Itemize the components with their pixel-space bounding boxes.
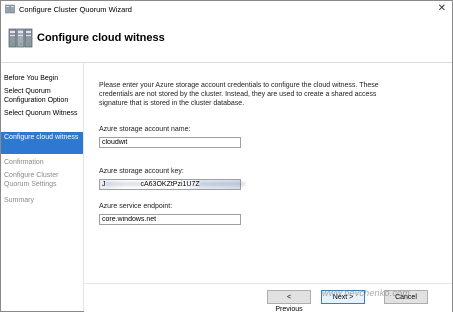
wizard-header: Configure cloud witness xyxy=(1,17,452,63)
watermark-text: www.nevchenko.com xyxy=(322,288,410,298)
nav-item-confirmation: Confirmation xyxy=(4,159,44,166)
close-button[interactable]: ✕ xyxy=(438,3,446,15)
account-key-visible-text: cA63OKZtPzi1U7Z xyxy=(140,181,200,188)
service-endpoint-field[interactable] xyxy=(99,214,241,225)
nav-item-configure-cloud-witness[interactable]: Configure cloud witness xyxy=(1,132,83,154)
instructions-text: Please enter your Azure storage account … xyxy=(99,82,379,107)
nav-item-configure-cluster-quorum-settings: Configure Cluster Quorum Settings xyxy=(4,172,59,188)
nav-item-summary: Summary xyxy=(4,197,34,204)
wizard-content: Please enter your Azure storage account … xyxy=(84,63,452,283)
nav-item-before-you-begin[interactable]: Before You Begin xyxy=(1,75,83,84)
wizard-steps-nav: Before You Begin Select Quorum Configura… xyxy=(1,63,84,311)
account-name-label: Azure storage account name: xyxy=(99,126,191,133)
account-key-label: Azure storage account key: xyxy=(99,168,184,175)
previous-button[interactable]: < Previous xyxy=(267,290,311,313)
cluster-icon xyxy=(5,4,15,14)
account-key-redacted-end: xxxxxxxxxxxxx xyxy=(199,181,246,188)
title-bar: Configure Cluster Quorum Wizard ✕ xyxy=(1,1,452,17)
account-key-redacted-start: xxxxxxxxxx xyxy=(105,181,141,188)
account-name-field[interactable] xyxy=(99,137,241,148)
page-title: Configure cloud witness xyxy=(37,32,165,44)
cluster-wizard-icon xyxy=(8,28,33,48)
window-title: Configure Cluster Quorum Wizard xyxy=(19,5,132,14)
service-endpoint-label: Azure service endpoint: xyxy=(99,203,173,210)
wizard-window: Configure Cluster Quorum Wizard ✕ Config… xyxy=(0,0,453,313)
nav-item-select-quorum-configuration-option[interactable]: Select Quorum Configuration Option xyxy=(1,88,83,105)
account-key-field[interactable]: JxxxxxxxxxxcA63OKZtPzi1U7Zxxxxxxxxxxxxx xyxy=(99,179,245,190)
nav-item-select-quorum-witness[interactable]: Select Quorum Witness xyxy=(1,110,83,119)
